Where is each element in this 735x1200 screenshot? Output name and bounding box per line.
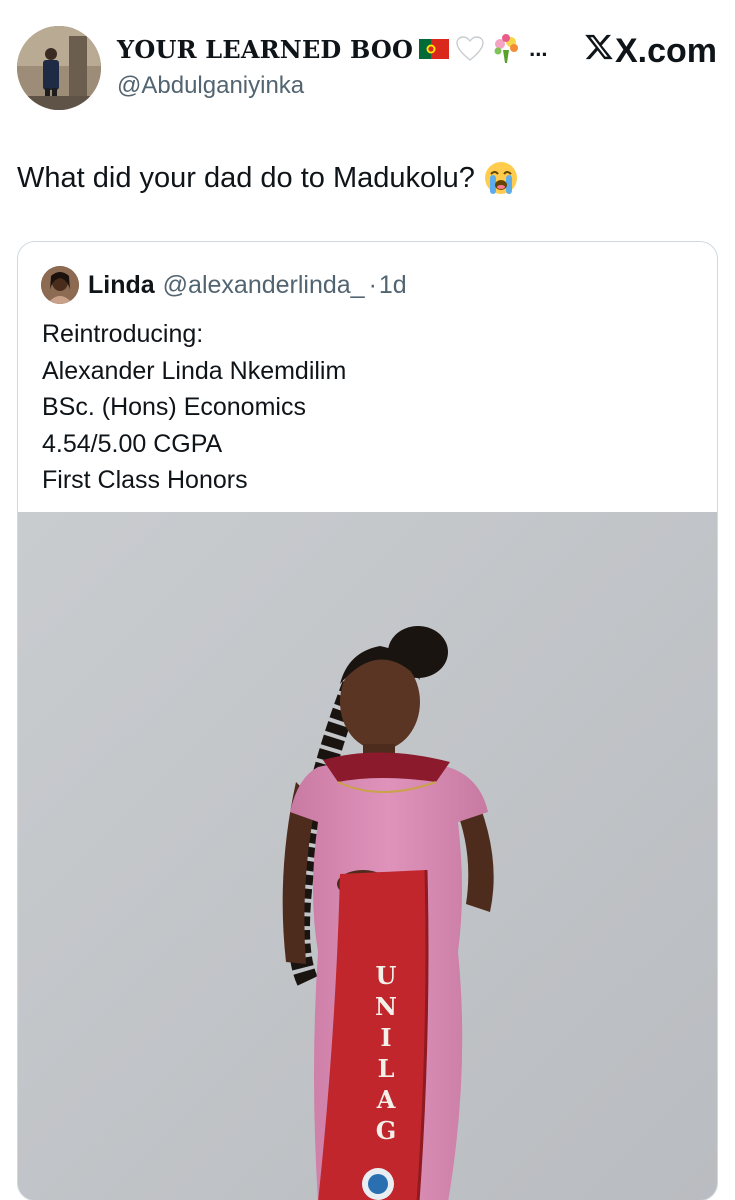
sash-letter: U (376, 961, 397, 990)
author-name-row[interactable]: YOUR LEARNED BOO ... (117, 34, 548, 64)
quoted-tweet-time[interactable]: 1d (379, 271, 407, 300)
meta-separator: · (368, 271, 377, 299)
tweet-text: What did your dad do to Madukolu? (17, 160, 519, 196)
loudly-crying-face-icon (483, 160, 519, 196)
quoted-tweet-photo[interactable]: U N I L A G (18, 512, 717, 1200)
quoted-line: BSc. (Hons) Economics (42, 393, 306, 421)
sash-letter: I (380, 1023, 391, 1052)
sash-letter: A (376, 1085, 396, 1114)
bouquet-icon (491, 34, 521, 64)
x-com-label: X.com (584, 32, 717, 71)
quoted-line: 4.54/5.00 CGPA (42, 429, 223, 458)
quoted-tweet-text: Reintroducing: Alexander Linda Nkemdilim… (42, 316, 346, 499)
sash-letter: L (378, 1054, 395, 1083)
sash-letter: G (376, 1116, 397, 1145)
author-handle[interactable]: @Abdulganiyinka (117, 72, 304, 100)
x-com-text: X.com (615, 32, 718, 70)
tweet-text-body: What did your dad do to Madukolu? (17, 161, 475, 194)
quoted-tweet-meta: Linda @alexanderlinda_ · 1d (88, 271, 407, 300)
tweet-card: YOUR LEARNED BOO ... @Abdulganiyinka X.c… (0, 0, 735, 1200)
quoted-author-handle[interactable]: @alexanderlinda_ (163, 271, 365, 300)
quoted-line: Reintroducing: (42, 320, 204, 348)
quoted-author-avatar[interactable] (41, 266, 79, 304)
quoted-line: Alexander Linda Nkemdilim (42, 356, 347, 385)
author-avatar[interactable] (17, 26, 101, 110)
white-heart-icon (455, 34, 485, 64)
quoted-tweet[interactable]: Linda @alexanderlinda_ · 1d Reintroducin… (17, 241, 718, 1200)
name-truncation: ... (529, 36, 548, 61)
quoted-author-name[interactable]: Linda (88, 271, 155, 300)
portugal-flag-icon (419, 39, 450, 59)
author-display-name[interactable]: YOUR LEARNED BOO (117, 35, 413, 64)
graduate-photo-illustration: U N I L A G (18, 512, 717, 1200)
sash-letter: N (375, 992, 397, 1021)
quoted-line: First Class Honors (42, 466, 248, 494)
